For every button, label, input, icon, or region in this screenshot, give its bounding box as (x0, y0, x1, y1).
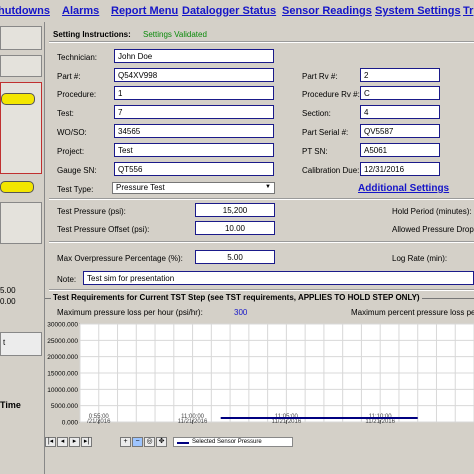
procedure-label: Procedure: (57, 90, 97, 99)
hold-period-label: Hold Period (minutes): (392, 207, 472, 216)
nav-system-settings[interactable]: System Settings (375, 5, 461, 17)
nav-first-icon[interactable]: |◂ (45, 437, 56, 447)
test-pressure-label: Test Pressure (psi): (57, 207, 126, 216)
technician-field[interactable]: John Doe (114, 49, 274, 63)
part-label: Part #: (57, 72, 81, 81)
pt-sn-field[interactable]: A5061 (360, 143, 440, 157)
calibration-due-field[interactable]: 12/31/2016 (360, 162, 440, 176)
part-rv-label: Part Rv #: (302, 72, 338, 81)
test-type-select[interactable]: Pressure Test ▼ (112, 182, 275, 194)
zoom-in-icon[interactable]: + (120, 437, 131, 447)
y-axis: 30000.000 25000.000 20000.000 15000.000 1000… (47, 322, 78, 427)
x-tick-date: /21/2016 (87, 419, 111, 425)
setting-instructions-value: Settings Validated (143, 30, 207, 39)
x-tick-date: 11/21/2016 (178, 419, 208, 425)
test-pressure-offset-field[interactable]: 10.00 (195, 221, 275, 235)
nav-prev-icon[interactable]: ◂ (57, 437, 68, 447)
max-pct-label: Maximum percent pressure loss per (351, 308, 474, 317)
left-box-1 (0, 26, 42, 50)
additional-settings-link[interactable]: Additional Settings (358, 183, 449, 194)
woso-field[interactable]: 34565 (114, 124, 274, 138)
nav-datalogger-status[interactable]: Datalogger Status (182, 5, 276, 17)
legend-label: Selected Sensor Pressure (192, 439, 262, 445)
zoom-out-icon[interactable]: − (132, 437, 143, 447)
dropdown-arrow-icon: ▼ (265, 184, 271, 190)
left-box-2 (0, 55, 42, 77)
pressure-chart: 30000.000 25000.000 20000.000 15000.000 1000… (47, 322, 474, 427)
allowed-pressure-drop-label: Allowed Pressure Drop ( (392, 225, 474, 234)
max-loss-label: Maximum pressure loss per hour (psi/hr): (57, 308, 203, 317)
left-panel: 5.00 0.00 t Time (0, 22, 45, 474)
note-label: Note: (57, 275, 77, 284)
status-indicator-yellow-2 (0, 181, 34, 193)
divider (49, 241, 474, 243)
y-tick-label: 10000.000 (47, 387, 78, 394)
status-panel (0, 82, 42, 174)
x-tick-date: 11/21/2016 (272, 419, 302, 425)
left-time-label: Time (0, 400, 21, 410)
procedure-rv-label: Procedure Rv #: (302, 90, 360, 99)
test-type-value: Pressure Test (116, 183, 165, 192)
left-box-3 (0, 202, 42, 244)
gauge-sn-field[interactable]: QT556 (114, 162, 274, 176)
left-value-1: 5.00 (0, 286, 16, 295)
woso-label: WO/SO: (57, 128, 87, 137)
pan-icon[interactable]: ✥ (156, 437, 167, 447)
nav-more[interactable]: Tr (463, 5, 473, 17)
main-panel: Setting Instructions: Settings Validated… (45, 22, 474, 474)
x-tick-date: 11/21/2016 (365, 419, 395, 425)
nav-alarms[interactable]: Alarms (62, 5, 99, 17)
project-label: Project: (57, 147, 85, 156)
max-loss-value: 300 (234, 308, 248, 317)
y-tick-label: 25000.000 (47, 338, 78, 345)
requirements-title: Test Requirements for Current TST Step (… (51, 293, 422, 302)
test-pressure-offset-label: Test Pressure Offset (psi): (57, 225, 150, 234)
calibration-due-label: Calibration Due: (302, 166, 360, 175)
divider (49, 41, 474, 43)
left-value-2: 0.00 (0, 297, 16, 306)
part-field[interactable]: Q54XV998 (114, 68, 274, 82)
nav-sensor-readings[interactable]: Sensor Readings (282, 5, 372, 17)
status-indicator-yellow (1, 93, 35, 105)
y-tick-label: 15000.000 (47, 371, 78, 378)
nav-shutdowns[interactable]: hutdowns (0, 5, 50, 17)
left-button[interactable]: t (0, 332, 42, 356)
max-overpressure-label: Max Overpressure Percentage (%): (57, 254, 183, 263)
nav-report-menu[interactable]: Report Menu (111, 5, 178, 17)
log-rate-label: Log Rate (min): (392, 254, 448, 263)
part-serial-field[interactable]: QV5587 (360, 124, 440, 138)
y-tick-label: 0.000 (62, 420, 79, 427)
section-label: Section: (302, 109, 331, 118)
test-pressure-field[interactable]: 15,200 (195, 203, 275, 217)
zoom-reset-icon[interactable]: ◎ (144, 437, 155, 447)
procedure-rv-field[interactable]: C (360, 86, 440, 100)
section-field[interactable]: 4 (360, 105, 440, 119)
procedure-field[interactable]: 1 (114, 86, 274, 100)
note-field[interactable]: Test sim for presentation (83, 271, 474, 285)
y-tick-label: 20000.000 (47, 354, 78, 361)
legend-swatch (177, 442, 189, 444)
divider (49, 289, 474, 291)
y-tick-label: 5000.000 (51, 403, 78, 410)
chart-toolbar: |◂ ◂ ▸ ▸| + − ◎ ✥ Selected Sensor Pressu… (45, 435, 474, 449)
part-rv-field[interactable]: 2 (360, 68, 440, 82)
nav-last-icon[interactable]: ▸| (81, 437, 92, 447)
project-field[interactable]: Test (114, 143, 274, 157)
chart-legend: Selected Sensor Pressure (173, 437, 293, 447)
technician-label: Technician: (57, 53, 98, 62)
part-serial-label: Part Serial #: (302, 128, 349, 137)
test-field[interactable]: 7 (114, 105, 274, 119)
divider (49, 198, 474, 200)
pt-sn-label: PT SN: (302, 147, 328, 156)
setting-instructions-label: Setting Instructions: (53, 30, 131, 39)
test-label: Test: (57, 109, 74, 118)
max-overpressure-field[interactable]: 5.00 (195, 250, 275, 264)
top-nav: hutdowns Alarms Report Menu Datalogger S… (0, 0, 474, 22)
nav-next-icon[interactable]: ▸ (69, 437, 80, 447)
gauge-sn-label: Gauge SN: (57, 166, 97, 175)
y-tick-label: 30000.000 (47, 322, 78, 329)
test-type-label: Test Type: (57, 185, 94, 194)
